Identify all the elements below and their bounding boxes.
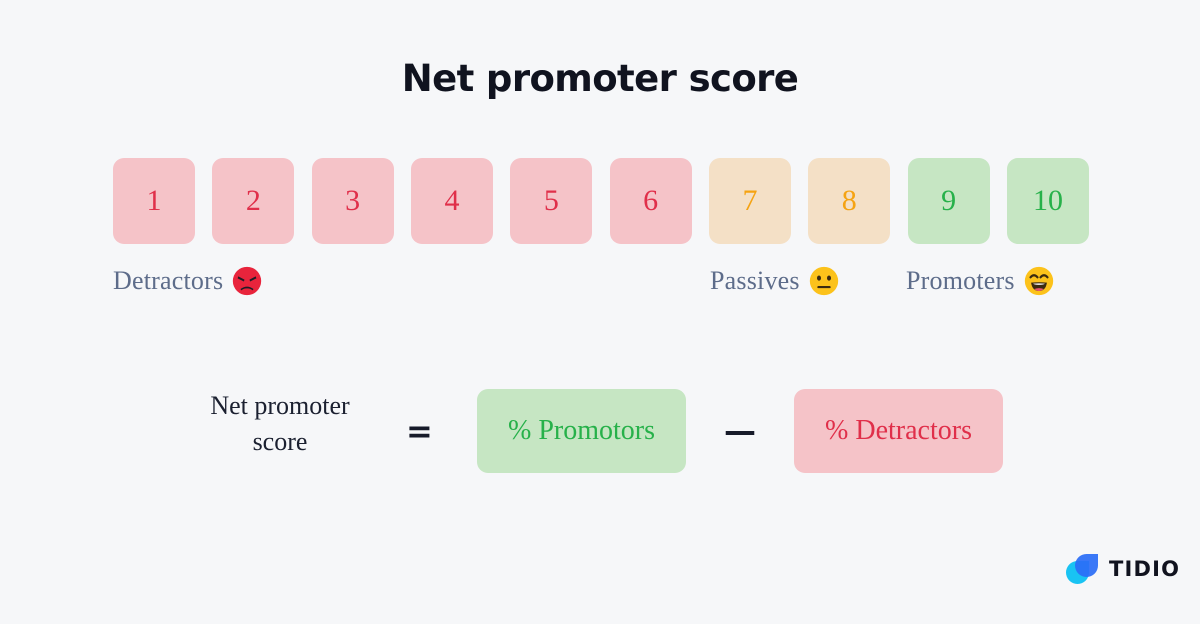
tidio-logo[interactable]: TIDIO xyxy=(1063,552,1180,586)
formula-result-label: Net promoter score xyxy=(160,388,400,460)
scale-tile-2[interactable]: 2 xyxy=(212,158,295,244)
segment-label-detractors: Detractors xyxy=(113,266,262,296)
segment-label-text: Detractors xyxy=(113,266,224,295)
segment-label-promoters: Promoters xyxy=(906,266,1054,296)
scale-tile-value: 10 xyxy=(1032,184,1063,217)
scale-tile-value: 3 xyxy=(345,184,361,217)
scale-tile-value: 6 xyxy=(643,184,659,217)
formula-box-promoters: % Promotors xyxy=(477,389,686,473)
tidio-chat-bubbles-logo xyxy=(1066,554,1098,584)
formula-result-line-2: score xyxy=(252,427,308,456)
scale-tile-value: 9 xyxy=(941,184,957,217)
scale-tile-5[interactable]: 5 xyxy=(510,158,593,244)
scale-tile-1[interactable]: 1 xyxy=(113,158,195,244)
equals-operator: = xyxy=(406,412,433,450)
formula-box-detractors-label: % Detractors xyxy=(825,415,972,446)
formula-box-detractors: % Detractors xyxy=(794,389,1003,473)
scale-tile-8[interactable]: 8 xyxy=(808,158,891,244)
segment-label-text: Promoters xyxy=(906,266,1015,295)
nps-formula: Net promoter score = % Promotors — % Det… xyxy=(0,389,1200,473)
angry-face-emoji xyxy=(233,266,262,296)
nps-scale: 1 2 3 4 5 6 7 8 9 10 xyxy=(113,158,1089,244)
scale-tile-6[interactable]: 6 xyxy=(609,158,692,244)
infographic-canvas: Net promoter score 1 2 3 4 5 6 7 8 9 10 … xyxy=(0,0,1200,624)
formula-box-promoters-label: % Promotors xyxy=(508,415,655,446)
grinning-face-emoji xyxy=(1024,266,1053,296)
scale-tile-value: 2 xyxy=(245,184,261,217)
scale-tile-value: 8 xyxy=(841,184,857,217)
scale-tile-10[interactable]: 10 xyxy=(1006,158,1089,244)
minus-operator: — xyxy=(724,412,756,450)
scale-tile-9[interactable]: 9 xyxy=(907,158,990,244)
segment-labels: Detractors Passives Promoters xyxy=(0,262,1200,306)
neutral-face-emoji xyxy=(809,266,838,296)
scale-tile-value: 1 xyxy=(146,184,162,217)
scale-tile-7[interactable]: 7 xyxy=(708,158,791,244)
formula-result-line-1: Net promoter xyxy=(210,391,350,420)
scale-tile-value: 5 xyxy=(543,184,559,217)
segment-label-text: Passives xyxy=(710,266,800,295)
scale-tile-3[interactable]: 3 xyxy=(311,158,394,244)
segment-label-passives: Passives xyxy=(710,266,839,296)
page-title: Net promoter score xyxy=(401,57,799,100)
tidio-wordmark: TIDIO xyxy=(1109,556,1181,581)
scale-tile-value: 7 xyxy=(742,184,758,217)
scale-tile-value: 4 xyxy=(444,184,460,217)
scale-tile-4[interactable]: 4 xyxy=(410,158,493,244)
